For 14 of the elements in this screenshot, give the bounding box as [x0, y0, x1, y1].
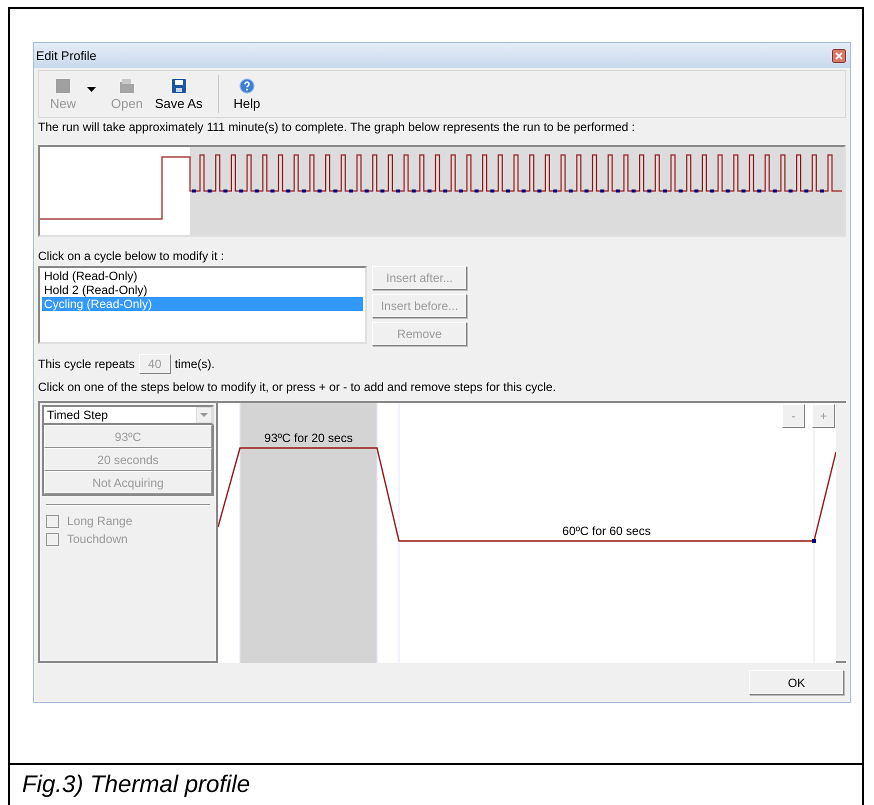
ok-button[interactable]: OK: [749, 670, 844, 695]
toolbar-button[interactable]: Help: [228, 71, 266, 117]
cycle-item[interactable]: Hold (Read-Only): [42, 269, 363, 283]
run-summary-text: The run will take approximately 111 minute(s) to complete. The graph below represents the run to be performed :: [37, 120, 636, 135]
steps-hint-text: Click on one of the steps below to modify it, or press + or - to add and remove steps for this cycle.: [37, 380, 557, 395]
cycle-list-label: Click on a cycle below to modify it :: [37, 249, 226, 264]
cycle-item[interactable]: Hold 2 (Read-Only): [42, 283, 363, 297]
window-title: Edit Profile: [36, 48, 96, 62]
repeats-field[interactable]: 40: [138, 354, 171, 374]
toolbar-button[interactable]: Save As: [150, 71, 208, 117]
repeats-label: This cycle repeats: [38, 357, 135, 371]
cycle-item[interactable]: Cycling (Read-Only): [42, 297, 363, 311]
figure-caption: Fig.3) Thermal profile: [10, 763, 862, 805]
repeats-unit: time(s).: [174, 357, 215, 371]
